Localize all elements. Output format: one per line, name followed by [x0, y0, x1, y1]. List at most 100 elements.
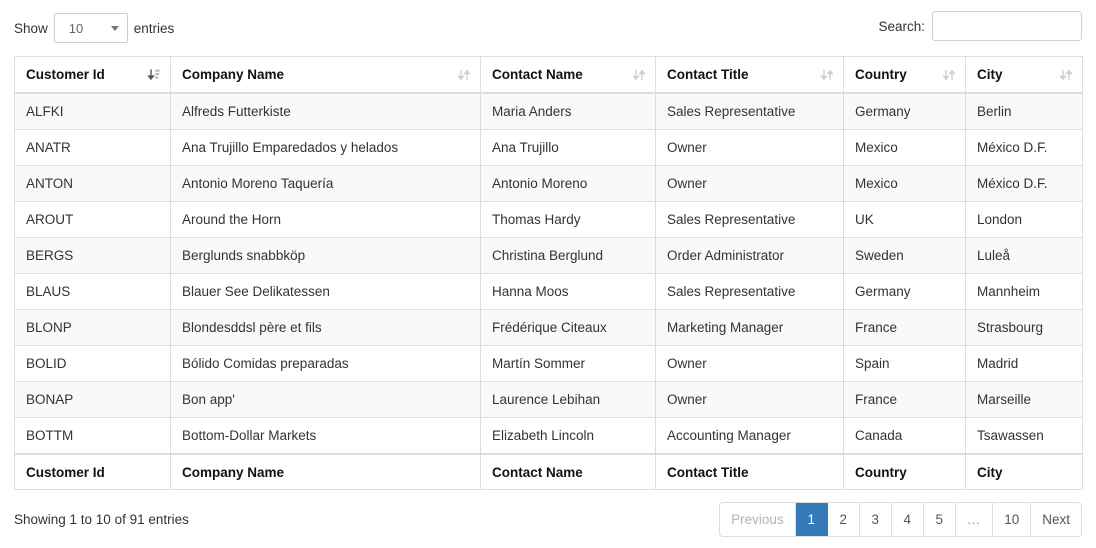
cell-company-name: Blondesddsl père et fils: [171, 310, 481, 346]
pagination-button-3[interactable]: 3: [860, 503, 892, 536]
table-row: BLONPBlondesddsl père et filsFrédérique …: [15, 310, 1083, 346]
footer-cell-city: City: [966, 454, 1083, 490]
column-header-contact-name[interactable]: Contact Name: [481, 57, 656, 94]
footer-cell-company-name: Company Name: [171, 454, 481, 490]
table-info-text: Showing 1 to 10 of 91 entries: [14, 512, 189, 527]
cell-country: France: [844, 310, 966, 346]
pagination-button-5[interactable]: 5: [924, 503, 956, 536]
entries-length-control: Show 10 entries: [14, 13, 174, 43]
cell-contact-title: Marketing Manager: [656, 310, 844, 346]
cell-customer-id: BOLID: [15, 346, 171, 382]
cell-company-name: Bon app': [171, 382, 481, 418]
footer-cell-contact-name: Contact Name: [481, 454, 656, 490]
table-row: AROUTAround the HornThomas HardySales Re…: [15, 202, 1083, 238]
pagination-button-1[interactable]: 1: [796, 503, 828, 536]
cell-customer-id: BLAUS: [15, 274, 171, 310]
footer-cell-country: Country: [844, 454, 966, 490]
sort-none-icon: [820, 67, 834, 82]
cell-company-name: Alfreds Futterkiste: [171, 93, 481, 130]
column-header-label: City: [977, 67, 1003, 82]
entries-per-page-value: 10: [55, 21, 83, 36]
cell-country: Canada: [844, 418, 966, 455]
table-footer: Customer Id Company Name Contact Name Co…: [15, 454, 1083, 490]
table-row: ANTONAntonio Moreno TaqueríaAntonio More…: [15, 166, 1083, 202]
datatable-top-controls: Show 10 entries Search:: [14, 0, 1082, 56]
cell-contact-name: Hanna Moos: [481, 274, 656, 310]
table-header: Customer Id Company Name: [15, 57, 1083, 94]
cell-city: México D.F.: [966, 166, 1083, 202]
cell-city: Mannheim: [966, 274, 1083, 310]
cell-contact-title: Sales Representative: [656, 93, 844, 130]
cell-contact-title: Order Administrator: [656, 238, 844, 274]
cell-contact-title: Owner: [656, 382, 844, 418]
cell-contact-title: Sales Representative: [656, 202, 844, 238]
cell-contact-title: Owner: [656, 166, 844, 202]
cell-contact-name: Maria Anders: [481, 93, 656, 130]
table-row: BONAPBon app'Laurence LebihanOwnerFrance…: [15, 382, 1083, 418]
column-header-city[interactable]: City: [966, 57, 1083, 94]
pagination-button-10[interactable]: 10: [993, 503, 1031, 536]
cell-country: Spain: [844, 346, 966, 382]
column-header-company-name[interactable]: Company Name: [171, 57, 481, 94]
cell-city: London: [966, 202, 1083, 238]
pagination-button-: …: [956, 503, 994, 536]
entries-per-page-select[interactable]: 10: [54, 13, 128, 43]
cell-contact-name: Thomas Hardy: [481, 202, 656, 238]
cell-country: Mexico: [844, 130, 966, 166]
cell-customer-id: ALFKI: [15, 93, 171, 130]
cell-country: Sweden: [844, 238, 966, 274]
cell-country: Germany: [844, 274, 966, 310]
cell-city: Berlin: [966, 93, 1083, 130]
cell-contact-name: Antonio Moreno: [481, 166, 656, 202]
column-header-label: Country: [855, 67, 907, 82]
cell-company-name: Bólido Comidas preparadas: [171, 346, 481, 382]
cell-contact-title: Owner: [656, 130, 844, 166]
footer-cell-contact-title: Contact Title: [656, 454, 844, 490]
search-input[interactable]: [932, 11, 1082, 41]
pagination-button-previous[interactable]: Previous: [720, 503, 796, 536]
datatable-bottom-controls: Showing 1 to 10 of 91 entries Previous12…: [14, 490, 1082, 548]
sort-none-icon: [632, 67, 646, 82]
cell-city: Marseille: [966, 382, 1083, 418]
table-row: BOLIDBólido Comidas preparadasMartín Som…: [15, 346, 1083, 382]
search-control: Search:: [878, 11, 1082, 41]
cell-country: Mexico: [844, 166, 966, 202]
column-header-customer-id[interactable]: Customer Id: [15, 57, 171, 94]
table-footer-row: Customer Id Company Name Contact Name Co…: [15, 454, 1083, 490]
search-label: Search:: [878, 19, 925, 34]
cell-city: Strasbourg: [966, 310, 1083, 346]
cell-contact-name: Martín Sommer: [481, 346, 656, 382]
cell-contact-title: Accounting Manager: [656, 418, 844, 455]
table-row: BOTTMBottom-Dollar MarketsElizabeth Linc…: [15, 418, 1083, 455]
cell-company-name: Antonio Moreno Taquería: [171, 166, 481, 202]
column-header-country[interactable]: Country: [844, 57, 966, 94]
pagination-button-next[interactable]: Next: [1031, 503, 1081, 536]
cell-company-name: Ana Trujillo Emparedados y helados: [171, 130, 481, 166]
cell-contact-name: Laurence Lebihan: [481, 382, 656, 418]
cell-customer-id: BLONP: [15, 310, 171, 346]
cell-contact-title: Sales Representative: [656, 274, 844, 310]
cell-contact-name: Christina Berglund: [481, 238, 656, 274]
cell-city: México D.F.: [966, 130, 1083, 166]
cell-company-name: Bottom-Dollar Markets: [171, 418, 481, 455]
cell-company-name: Berglunds snabbköp: [171, 238, 481, 274]
cell-customer-id: BOTTM: [15, 418, 171, 455]
table-row: ALFKIAlfreds FutterkisteMaria AndersSale…: [15, 93, 1083, 130]
cell-customer-id: ANTON: [15, 166, 171, 202]
cell-contact-name: Ana Trujillo: [481, 130, 656, 166]
entries-label: entries: [134, 21, 175, 36]
cell-contact-name: Frédérique Citeaux: [481, 310, 656, 346]
cell-contact-name: Elizabeth Lincoln: [481, 418, 656, 455]
pagination-button-4[interactable]: 4: [892, 503, 924, 536]
cell-customer-id: AROUT: [15, 202, 171, 238]
column-header-label: Customer Id: [26, 67, 105, 82]
cell-city: Luleå: [966, 238, 1083, 274]
cell-customer-id: BONAP: [15, 382, 171, 418]
footer-cell-customer-id: Customer Id: [15, 454, 171, 490]
show-label: Show: [14, 21, 48, 36]
column-header-contact-title[interactable]: Contact Title: [656, 57, 844, 94]
pagination: Previous12345…10Next: [719, 502, 1082, 537]
sort-none-icon: [457, 67, 471, 82]
sort-ascending-icon: [147, 67, 161, 82]
pagination-button-2[interactable]: 2: [828, 503, 860, 536]
